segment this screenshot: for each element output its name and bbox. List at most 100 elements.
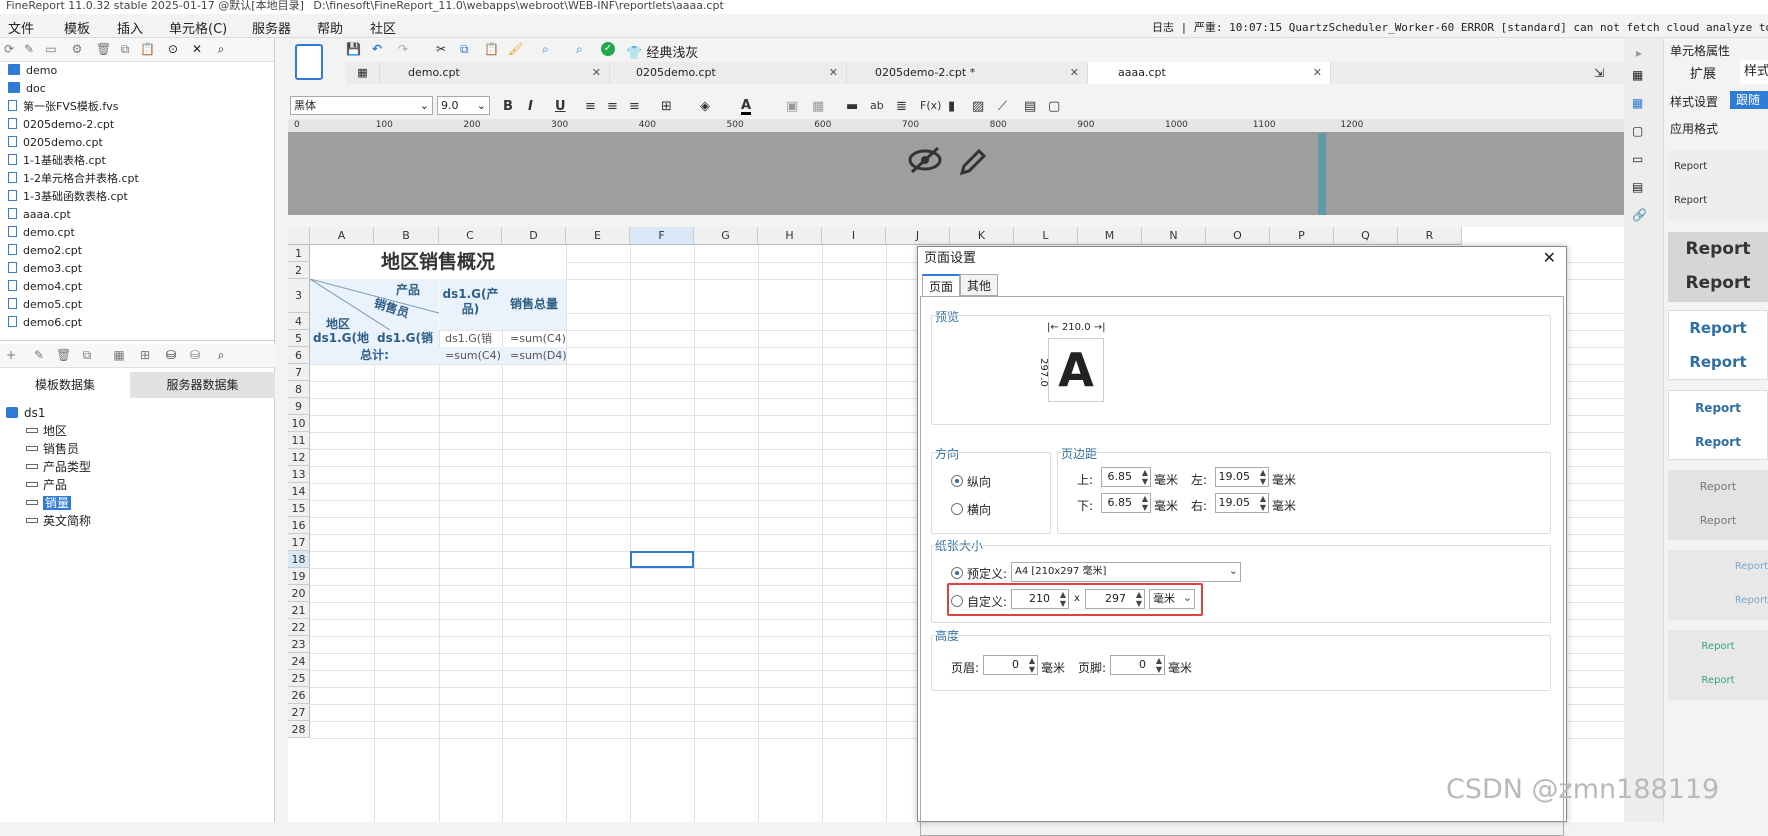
collapse-icon[interactable]: ✕ [190, 42, 204, 56]
tree-item-file[interactable]: 1-3基础函数表格.cpt [8, 188, 128, 206]
tab-0205demo-2[interactable]: 0205demo-2.cpt * ✕ [847, 62, 1088, 84]
column-header[interactable]: D [502, 227, 566, 245]
style-swatch-6[interactable]: Report Report [1668, 550, 1768, 620]
column-header[interactable]: L [1014, 227, 1078, 245]
column-header[interactable]: H [758, 227, 822, 245]
cell-d5[interactable]: =sum(D4) [502, 347, 567, 364]
row-header[interactable]: 2 [288, 262, 310, 279]
underline-button[interactable]: U [555, 99, 566, 114]
success-icon[interactable]: ✓ [601, 42, 615, 56]
tab-expand[interactable]: 扩展 [1690, 63, 1716, 82]
cell-c4[interactable]: ds1.G(销 [439, 330, 502, 347]
menu-cell[interactable]: 单元格(C) [169, 18, 227, 37]
settings-icon[interactable]: ⚙ [70, 42, 84, 56]
font-size-select[interactable]: 9.0 ⌄ [437, 96, 490, 115]
font-color-icon[interactable]: A [741, 99, 752, 115]
row-header[interactable]: 26 [288, 687, 310, 704]
spinner-icon[interactable]: ▲ ▼ [1260, 468, 1266, 486]
tree-item-doc[interactable]: doc [8, 80, 46, 98]
tree-item-file[interactable]: demo3.cpt [8, 260, 82, 278]
undo-icon[interactable]: ↶ [372, 42, 382, 56]
row-header[interactable]: 15 [288, 500, 310, 517]
tree-item-file[interactable]: 0205demo.cpt [8, 134, 103, 152]
style-swatch-5[interactable]: Report Report [1668, 470, 1768, 540]
header-cell-total[interactable]: 销售总量 [502, 279, 566, 330]
log-message[interactable]: 日志 | 严重: 10:07:15 QuartzScheduler_Worker… [1152, 19, 1768, 35]
field-item-selected[interactable]: 销量 [26, 494, 72, 512]
align-left-icon[interactable]: ≡ [585, 99, 596, 114]
element-icon[interactable]: ▢ [1632, 124, 1643, 138]
bold-button[interactable]: B [503, 99, 513, 114]
copy-icon[interactable]: ⧉ [80, 348, 94, 362]
tab-aaaa[interactable]: aaaa.cpt ✕ [1088, 62, 1331, 84]
cell-c5[interactable]: =sum(C4) [439, 347, 502, 364]
copy-icon[interactable]: ⧉ [118, 42, 132, 56]
close-icon[interactable]: ✕ [829, 62, 838, 84]
row-header[interactable]: 8 [288, 381, 310, 398]
search-icon[interactable]: ⌕ [214, 42, 228, 56]
spinner-icon[interactable]: ▲ ▼ [1029, 656, 1035, 674]
delete-icon[interactable]: 🗑 [96, 42, 111, 56]
column-header[interactable]: C [439, 227, 502, 245]
row-header[interactable]: 14 [288, 483, 310, 500]
column-header[interactable]: Q [1334, 227, 1398, 245]
link-icon[interactable]: 🔗 [1632, 208, 1647, 222]
slash-icon[interactable]: ⟋ [998, 99, 1007, 114]
close-icon[interactable]: ✕ [1313, 62, 1322, 84]
header-cell-product[interactable]: ds1.G(产品) [439, 279, 502, 330]
row-header[interactable]: 19 [288, 568, 310, 585]
spinner-icon[interactable]: ▲ ▼ [1142, 468, 1148, 486]
database-icon[interactable]: ⛁ [164, 348, 178, 362]
cell-d4[interactable]: =sum(C4) [502, 330, 566, 347]
tab-page[interactable]: 页面 [922, 274, 960, 296]
tab-style[interactable]: 样式 [1740, 60, 1768, 84]
column-header[interactable]: N [1142, 227, 1206, 245]
merge-icon[interactable]: ▣ [786, 99, 798, 114]
text-icon[interactable]: ab [870, 99, 884, 112]
widget-icon[interactable]: ▤ [1024, 99, 1036, 114]
tree-item-file[interactable]: demo4.cpt [8, 278, 82, 296]
column-header[interactable]: P [1270, 227, 1334, 245]
row-header[interactable]: 1 [288, 245, 310, 262]
style-swatch-3[interactable]: Report Report [1668, 310, 1768, 380]
format-painter-icon[interactable]: 🖌 [508, 42, 523, 56]
preview-icon[interactable]: ▦ [112, 348, 126, 362]
eye-off-icon[interactable] [908, 145, 942, 183]
paste-icon[interactable]: 📋 [140, 42, 155, 56]
row-header[interactable]: 4 [288, 313, 310, 330]
left-margin-input[interactable]: 19.05 ▲ ▼ [1215, 467, 1269, 487]
tab-list-icon[interactable]: ⇲ [1594, 66, 1604, 80]
follow-button[interactable]: 跟随 [1730, 91, 1768, 109]
row-header[interactable]: 6 [288, 347, 310, 364]
field-item[interactable]: 销售员 [26, 440, 79, 458]
copy-icon[interactable]: ⧉ [460, 42, 469, 57]
column-header[interactable]: J [886, 227, 950, 245]
spinner-icon[interactable]: ▲ ▼ [1156, 656, 1162, 674]
refresh-icon[interactable]: ⟳ [2, 42, 16, 56]
footer-height-input[interactable]: 0 ▲ ▼ [1110, 655, 1165, 675]
column-header[interactable]: R [1398, 227, 1462, 245]
italic-button[interactable]: I [528, 99, 533, 114]
check-icon[interactable]: ⌕ [576, 42, 583, 57]
tree-item-file[interactable]: demo6.cpt [8, 314, 82, 332]
tab-demo[interactable]: demo.cpt ✕ [380, 62, 610, 84]
row-header[interactable]: 21 [288, 602, 310, 619]
close-icon[interactable]: ✕ [1543, 248, 1556, 267]
cell-b4[interactable]: ds1.G(销 [374, 330, 439, 347]
menu-help[interactable]: 帮助 [317, 18, 343, 37]
cell-a4[interactable]: ds1.G(地 [310, 330, 374, 347]
unmerge-icon[interactable]: ▦ [812, 99, 824, 114]
style-swatch-1[interactable]: Report Report [1668, 150, 1768, 220]
menu-community[interactable]: 社区 [370, 18, 396, 37]
fill-color-icon[interactable]: ◈ [700, 99, 710, 114]
menu-file[interactable]: 文件 [8, 18, 34, 37]
row-header[interactable]: 25 [288, 670, 310, 687]
paste-icon[interactable]: 📋 [484, 42, 499, 56]
save-icon[interactable]: 💾 [346, 42, 361, 56]
right-margin-input[interactable]: 19.05 ▲ ▼ [1215, 493, 1269, 513]
layer-icon[interactable]: ▤ [1632, 180, 1643, 194]
tree-item-file[interactable]: 1-2单元格合并表格.cpt [8, 170, 139, 188]
tab-other[interactable]: 其他 [960, 274, 998, 296]
image-icon[interactable]: ▨ [972, 99, 984, 114]
menu-insert[interactable]: 插入 [117, 18, 143, 37]
